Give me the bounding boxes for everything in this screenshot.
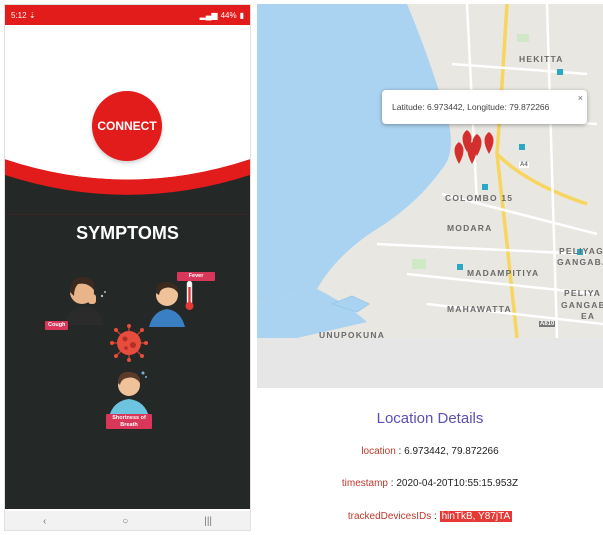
fever-person-icon (149, 280, 194, 327)
symptom-label-cough: Cough (45, 321, 69, 330)
symptom-label-breath: Shortness of Breath (106, 414, 152, 430)
symptom-breath (107, 367, 151, 417)
map-label: UNUPOKUNA (319, 330, 386, 338)
virus-icon (110, 324, 148, 362)
back-icon[interactable]: ‹ (43, 516, 46, 527)
map-view[interactable]: HEKITTA COLOMBO 15 MODARA PELIYAGO GANGA… (257, 4, 603, 338)
location-details-title: Location Details (376, 410, 484, 427)
symptom-label-fever: Fever (177, 272, 215, 281)
map-footer-band (257, 338, 603, 388)
home-icon[interactable]: ○ (122, 516, 128, 527)
map-label: MADAMPITIYA (467, 268, 540, 278)
screenshot-root: 5:12 ⇣ ▂▄▆ 44% ▮ CONNECT SYMPTOMS Cough … (0, 0, 603, 535)
detail-value: 2020-04-20T10:55:15.953Z (396, 478, 519, 489)
status-bar: 5:12 ⇣ ▂▄▆ 44% ▮ (5, 5, 250, 25)
cough-person-icon (64, 276, 106, 325)
breath-person-icon (109, 371, 149, 417)
detail-key: trackedDevicesIDs (347, 511, 432, 522)
detail-timestamp: timestamp : 2020-04-20T10:55:15.953Z (341, 478, 519, 489)
signal-icon: ▂▄▆ (199, 10, 218, 20)
detail-key: location (361, 446, 396, 457)
map-label: EA (581, 311, 596, 321)
map-label: PELIYAGO (559, 246, 603, 256)
symptoms-title: SYMPTOMS (76, 223, 179, 243)
map-label: MODARA (447, 223, 493, 233)
map-label: PELIYA (564, 288, 602, 298)
recents-icon[interactable]: ||| (204, 516, 212, 527)
popup-coordinates: Latitude: 6.973442, Longitude: 79.872266 (392, 102, 550, 112)
battery-icon: ▮ (239, 10, 244, 20)
map-label: HEKITTA (519, 54, 564, 64)
connect-button[interactable]: CONNECT (92, 91, 162, 161)
map-label: GANGABA (557, 257, 603, 267)
map-label: GANGABA (561, 300, 603, 310)
detail-key: timestamp (341, 478, 388, 489)
marker-info-popup: Latitude: 6.973442, Longitude: 79.872266… (382, 90, 587, 124)
road-shield: A4 (519, 162, 529, 168)
virus-graphic (109, 323, 149, 363)
detail-location: location : 6.973442, 79.872266 (361, 446, 499, 457)
status-icons: ▂▄▆ 44% ▮ (200, 11, 244, 20)
symptom-fever (147, 273, 201, 327)
detail-tracked-devices: trackedDevicesIDs : hinTkB, Y87jTA (347, 511, 513, 522)
battery-level: 44% (220, 10, 237, 20)
close-icon[interactable]: × (578, 93, 583, 103)
phone-screen: 5:12 ⇣ ▂▄▆ 44% ▮ CONNECT SYMPTOMS Cough … (4, 4, 251, 531)
status-time: 5:12 ⇣ (11, 10, 36, 20)
map-label: COLOMBO 15 (445, 193, 514, 203)
detail-value: 6.973442, 79.872266 (404, 446, 499, 457)
map-label: MAHAWATTA (447, 304, 512, 314)
detail-value: hinTkB, Y87jTA (439, 511, 513, 522)
road-shield: A810 (539, 321, 556, 327)
android-nav-bar: ‹ ○ ||| (5, 511, 250, 530)
symptom-cough (60, 270, 108, 325)
